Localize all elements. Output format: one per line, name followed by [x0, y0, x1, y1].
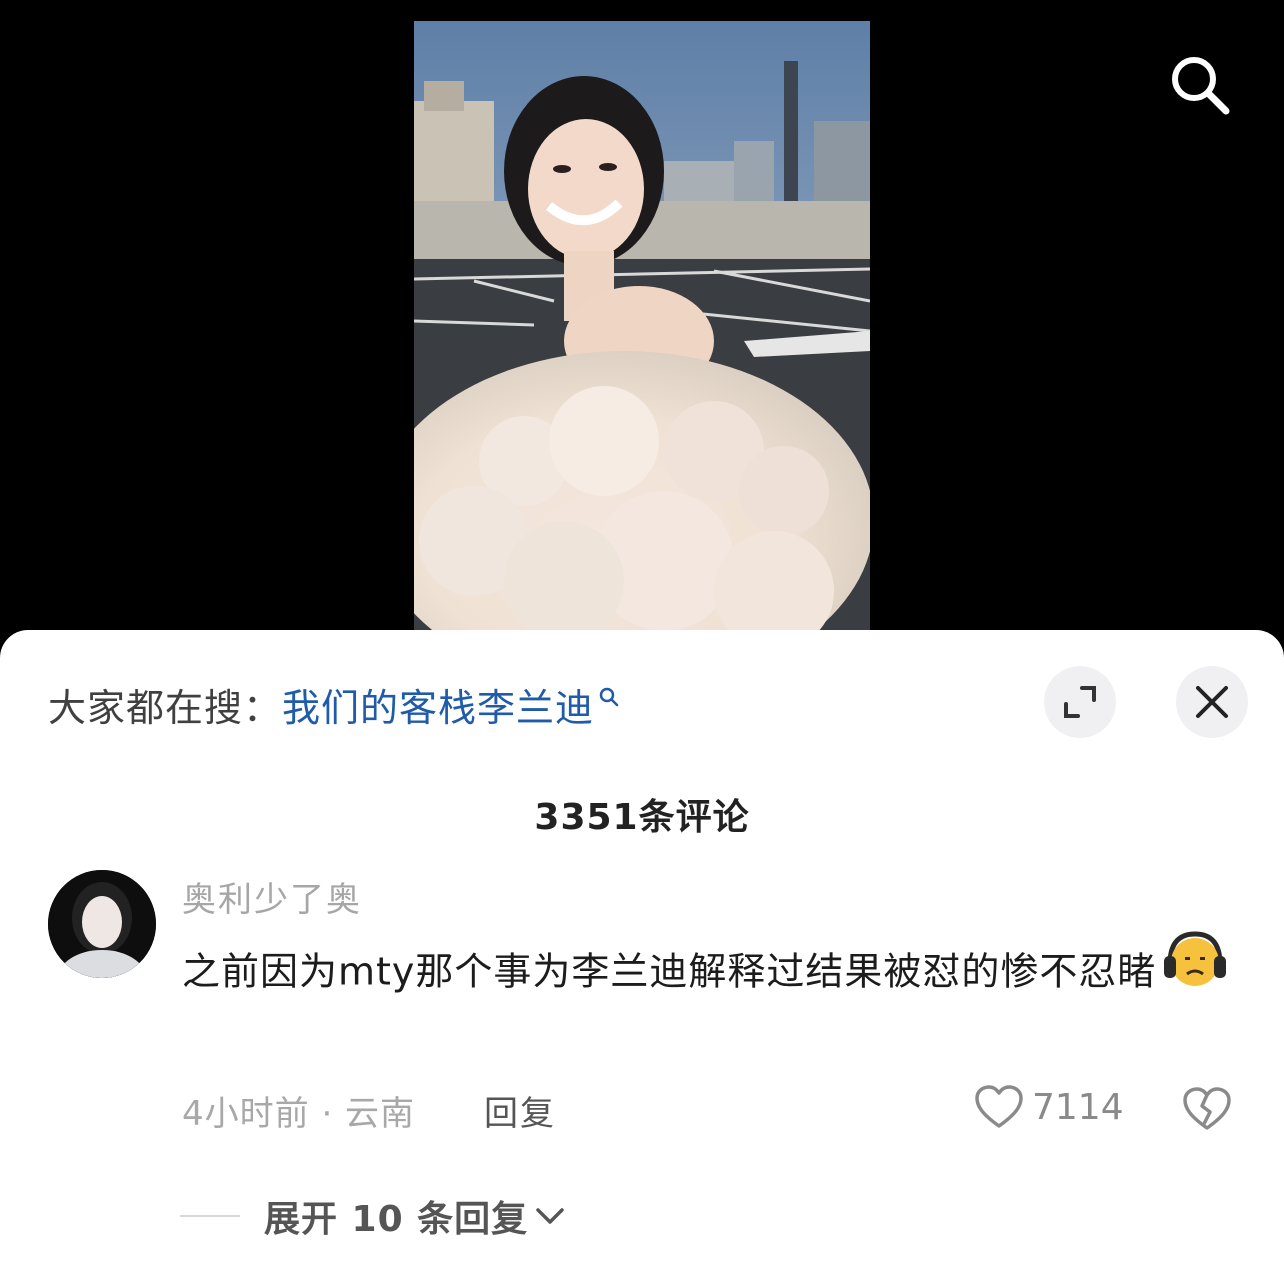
search-button[interactable] — [1162, 50, 1238, 120]
close-button[interactable] — [1176, 666, 1248, 738]
avatar[interactable] — [48, 870, 156, 978]
search-icon — [1172, 57, 1230, 115]
media-viewer — [0, 0, 1284, 660]
dislike-button[interactable] — [1182, 1086, 1232, 1136]
like-button[interactable]: 7114 — [974, 1084, 1124, 1130]
hot-search-bar: 大家都在搜： 我们的客栈李兰迪 — [48, 674, 620, 734]
hot-search-link[interactable]: 我们的客栈李兰迪 — [282, 677, 594, 732]
chevron-down-icon — [536, 1208, 564, 1224]
headphones-sad-face-emoji — [1162, 930, 1228, 1012]
comment-text: 之前因为mty那个事为李兰迪解释过结果被怼的惨不忍睹 — [182, 949, 1157, 994]
expand-replies-label: 展开 10 条回复 — [264, 1199, 529, 1240]
comments-sheet: 大家都在搜： 我们的客栈李兰迪 3351条评论 奥利少了奥 之前因为mty那个事… — [0, 630, 1284, 1263]
post-photo[interactable] — [414, 21, 870, 641]
like-count: 7114 — [1032, 1086, 1124, 1128]
expand-icon — [1064, 686, 1096, 718]
reply-button[interactable]: 回复 — [484, 1086, 556, 1135]
hot-search-prefix: 大家都在搜： — [48, 685, 283, 730]
expand-button[interactable] — [1044, 666, 1116, 738]
expand-replies-button[interactable]: 展开 10 条回复 — [180, 1190, 566, 1242]
comments-count-title: 3351条评论 — [534, 797, 750, 838]
heart-icon — [975, 1085, 1023, 1128]
divider-line — [180, 1215, 240, 1217]
comment-username[interactable]: 奥利少了奥 — [182, 872, 362, 921]
small-search-icon — [599, 687, 619, 707]
comment-time-location: 4小时前 · 云南 — [182, 1094, 416, 1134]
close-icon — [1196, 686, 1228, 718]
broken-heart-icon — [1183, 1087, 1231, 1130]
comment-body: 之前因为mty那个事为李兰迪解释过结果被怼的惨不忍睹 — [182, 931, 1242, 1012]
